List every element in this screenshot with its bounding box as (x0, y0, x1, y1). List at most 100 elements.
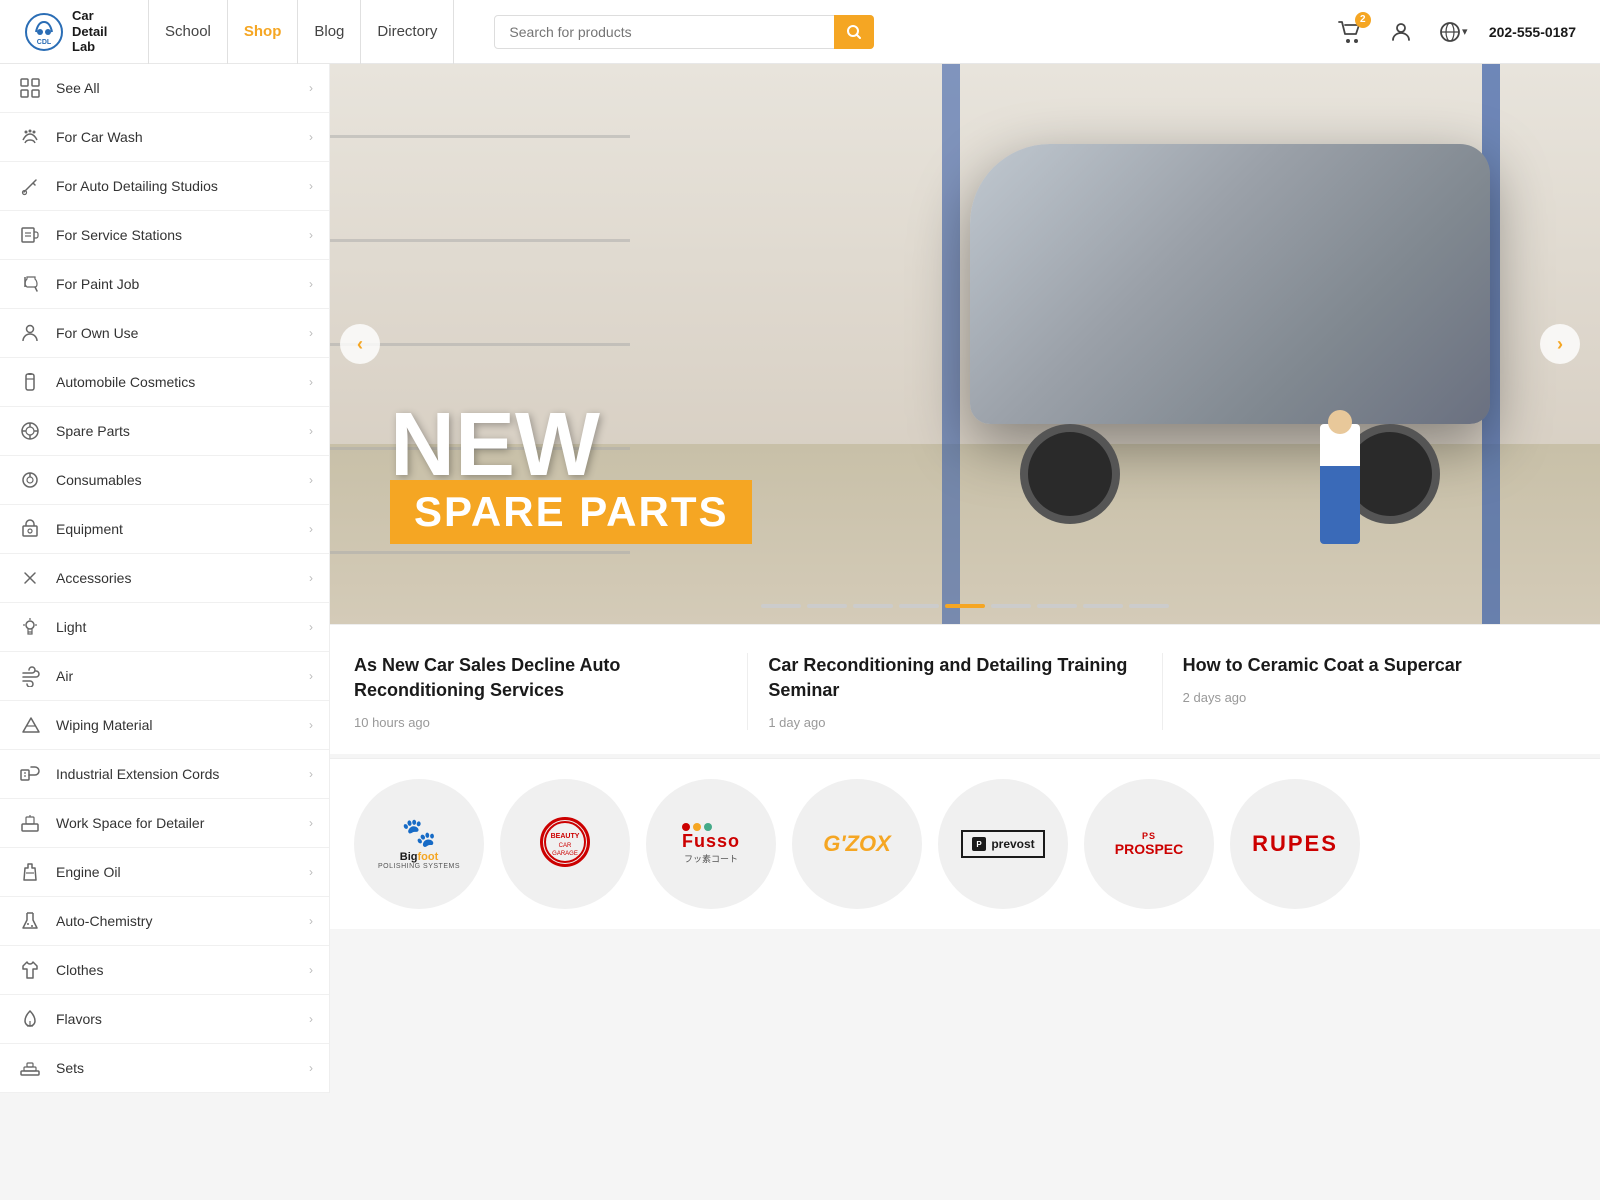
sidebar-item-see-all[interactable]: See All › (0, 64, 329, 113)
consumables-icon (16, 466, 44, 494)
oil-icon (16, 858, 44, 886)
nav-blog[interactable]: Blog (298, 0, 361, 64)
sidebar-arrow-detailing: › (309, 179, 313, 193)
hero-prev-button[interactable]: ‹ (340, 324, 380, 364)
globe-icon (1438, 20, 1462, 44)
grid-icon (16, 74, 44, 102)
news-time-1: 10 hours ago (354, 715, 727, 730)
sidebar-item-car-wash[interactable]: For Car Wash › (0, 113, 329, 162)
fusso-dots-row (682, 823, 740, 831)
sidebar-item-paint-job[interactable]: For Paint Job › (0, 260, 329, 309)
sidebar-label-engine-oil: Engine Oil (56, 864, 297, 880)
brand-gzox[interactable]: G'ZOX (792, 779, 922, 909)
sidebar-label-clothes: Clothes (56, 962, 297, 978)
hero-dot-9[interactable] (1129, 604, 1169, 608)
news-section: As New Car Sales Decline Auto Reconditio… (330, 624, 1600, 754)
language-button[interactable]: ▾ (1437, 16, 1469, 48)
sidebar-label-consumables: Consumables (56, 472, 297, 488)
sidebar-item-detailing[interactable]: For Auto Detailing Studios › (0, 162, 329, 211)
sidebar-arrow-accessories: › (309, 571, 313, 585)
sidebar-arrow-light: › (309, 620, 313, 634)
svg-text:P: P (977, 840, 983, 849)
fusso-coat-text: フッ素コート (682, 852, 740, 865)
content-area: NEW SPARE PARTS ‹ › (330, 64, 1600, 1093)
sidebar-label-accessories: Accessories (56, 570, 297, 586)
user-button[interactable] (1385, 16, 1417, 48)
news-item-1[interactable]: As New Car Sales Decline Auto Reconditio… (354, 653, 748, 730)
nav-directory[interactable]: Directory (361, 0, 454, 64)
sidebar-arrow-workspace: › (309, 816, 313, 830)
sidebar-item-flavors[interactable]: Flavors › (0, 995, 329, 1044)
sidebar-item-workspace[interactable]: Work Space for Detailer › (0, 799, 329, 848)
brand-rupes[interactable]: RUPES (1230, 779, 1360, 909)
phone-number: 202-555-0187 (1489, 24, 1576, 40)
sidebar-item-wiping[interactable]: Wiping Material › (0, 701, 329, 750)
news-item-3[interactable]: How to Ceramic Coat a Supercar 2 days ag… (1163, 653, 1576, 730)
news-item-2[interactable]: Car Reconditioning and Detailing Trainin… (748, 653, 1162, 730)
search-button[interactable] (834, 15, 874, 49)
brand-prevost[interactable]: P prevost (938, 779, 1068, 909)
sidebar-arrow-chemistry: › (309, 914, 313, 928)
sidebar-arrow-paint-job: › (309, 277, 313, 291)
sidebar-item-clothes[interactable]: Clothes › (0, 946, 329, 995)
search-input[interactable] (494, 15, 874, 49)
hero-dot-8[interactable] (1083, 604, 1123, 608)
accessories-icon (16, 564, 44, 592)
hero-dot-3[interactable] (853, 604, 893, 608)
sidebar-arrow-car-wash: › (309, 130, 313, 144)
hero-dot-6[interactable] (991, 604, 1031, 608)
sidebar-label-see-all: See All (56, 80, 297, 96)
sidebar-label-light: Light (56, 619, 297, 635)
hero-dot-5[interactable] (945, 604, 985, 608)
sidebar-item-air[interactable]: Air › (0, 652, 329, 701)
sidebar-item-own-use[interactable]: For Own Use › (0, 309, 329, 358)
logo[interactable]: CDL CarDetailLab (24, 8, 124, 55)
sidebar-item-light[interactable]: Light › (0, 603, 329, 652)
worker-head (1328, 410, 1352, 434)
news-time-2: 1 day ago (768, 715, 1141, 730)
beauty-logo: BEAUTY CAR GARAGE (540, 817, 590, 871)
hero-dot-1[interactable] (761, 604, 801, 608)
brand-prospec[interactable]: PS PROSPEC (1084, 779, 1214, 909)
brand-bigfoot[interactable]: 🐾 Bigfoot POLISHING SYSTEMS (354, 779, 484, 909)
brand-beauty[interactable]: BEAUTY CAR GARAGE (500, 779, 630, 909)
nav-school[interactable]: School (148, 0, 228, 64)
svg-text:CDL: CDL (37, 39, 52, 46)
sidebar-item-cosmetics[interactable]: Automobile Cosmetics › (0, 358, 329, 407)
cart-button[interactable]: 2 (1337, 18, 1365, 46)
header-actions: 2 ▾ 202-555-0187 (1337, 16, 1576, 48)
brand-fusso[interactable]: Fusso フッ素コート (646, 779, 776, 909)
main-layout: See All › For Car Wash › (0, 64, 1600, 1093)
sidebar-label-paint-job: For Paint Job (56, 276, 297, 292)
sidebar-item-spare-parts[interactable]: Spare Parts › (0, 407, 329, 456)
sidebar-item-accessories[interactable]: Accessories › (0, 554, 329, 603)
user-icon (1389, 20, 1413, 44)
sidebar-item-engine-oil[interactable]: Engine Oil › (0, 848, 329, 897)
sidebar-item-service-stations[interactable]: For Service Stations › (0, 211, 329, 260)
nav-shop[interactable]: Shop (228, 0, 299, 64)
sidebar-item-chemistry[interactable]: Auto-Chemistry › (0, 897, 329, 946)
language-chevron: ▾ (1462, 25, 1468, 38)
sidebar-item-consumables[interactable]: Consumables › (0, 456, 329, 505)
worker-body (1320, 424, 1360, 544)
person-icon (16, 319, 44, 347)
bigfoot-paw-icon: 🐾 (402, 819, 437, 847)
sidebar-item-sets[interactable]: Sets › (0, 1044, 329, 1093)
sidebar-arrow-engine-oil: › (309, 865, 313, 879)
prevost-name: prevost (991, 837, 1034, 851)
clothes-icon (16, 956, 44, 984)
car-wheel-front (1020, 424, 1120, 524)
sidebar-item-extension-cords[interactable]: Industrial Extension Cords › (0, 750, 329, 799)
sidebar-item-equipment[interactable]: Equipment › (0, 505, 329, 554)
prospec-logo: PS PROSPEC (1115, 831, 1183, 857)
hero-next-button[interactable]: › (1540, 324, 1580, 364)
sidebar-arrow-air: › (309, 669, 313, 683)
sidebar-arrow-extension-cords: › (309, 767, 313, 781)
hero-spare-text: SPARE PARTS (414, 488, 728, 535)
hero-dot-2[interactable] (807, 604, 847, 608)
sidebar-arrow-equipment: › (309, 522, 313, 536)
hero-dot-4[interactable] (899, 604, 939, 608)
sidebar-label-detailing: For Auto Detailing Studios (56, 178, 297, 194)
service-station-icon (16, 221, 44, 249)
hero-dot-7[interactable] (1037, 604, 1077, 608)
